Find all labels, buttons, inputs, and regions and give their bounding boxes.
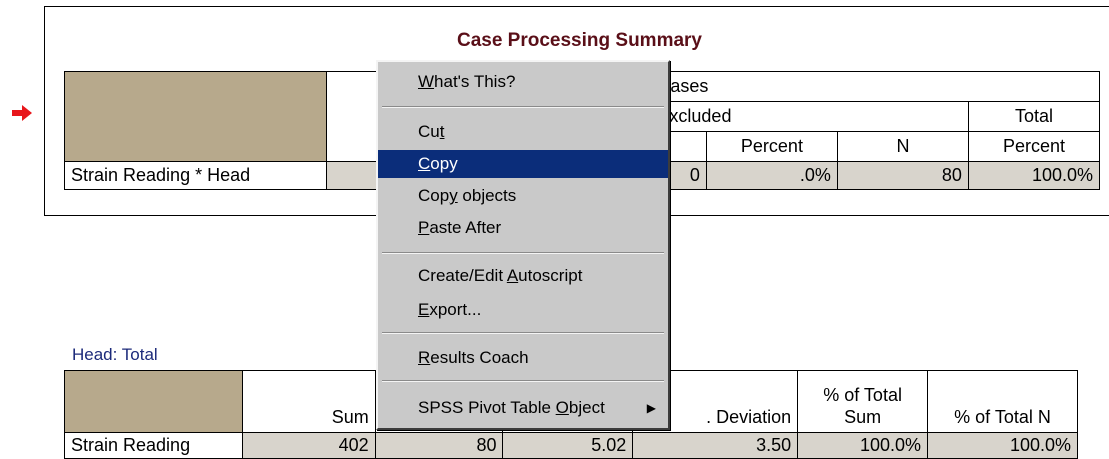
row-label: Strain Reading * Head <box>63 161 328 190</box>
corner-cell <box>64 370 243 433</box>
menu-item-label: Create/Edit <box>418 266 507 285</box>
menu-item-label: Cop <box>418 186 450 205</box>
col-percent: Percent <box>705 131 838 162</box>
corner-cell <box>63 71 328 162</box>
menu-item-spss-pivot-table-object[interactable]: SPSS Pivot Table Object ▶ <box>378 394 668 422</box>
header-total: Total <box>967 101 1101 132</box>
menu-accel: P <box>418 218 430 237</box>
menu-item-label: objects <box>457 186 517 205</box>
menu-item-label: esults Coach <box>430 348 529 367</box>
cell-excluded-percent: .0% <box>705 161 838 190</box>
menu-item-cut[interactable]: Cut <box>378 118 668 146</box>
row-label: Strain Reading <box>64 432 243 459</box>
cell-n: 80 <box>374 432 504 459</box>
col-pct-total-n: % of Total N <box>927 370 1078 433</box>
menu-accel: C <box>418 154 431 173</box>
selection-arrow-icon <box>12 105 32 121</box>
group-label: Head: Total <box>72 345 158 364</box>
menu-item-whats-this[interactable]: What's This? <box>378 68 668 96</box>
col-pct-total-sum-line1: % of Total <box>823 385 902 405</box>
menu-item-copy-objects[interactable]: Copy objects <box>378 182 668 210</box>
menu-item-label: SPSS Pivot Table <box>418 398 556 417</box>
cell-total-n: 80 <box>836 161 969 190</box>
menu-item-label: aste After <box>429 218 502 237</box>
col-pct-total-sum-line2: Sum <box>844 407 882 427</box>
menu-item-label: Cu <box>418 122 440 141</box>
menu-separator <box>382 252 664 254</box>
menu-accel: E <box>418 300 430 319</box>
cell-pct-sum: 100.0% <box>797 432 929 459</box>
menu-item-results-coach[interactable]: Results Coach <box>378 344 668 372</box>
menu-accel: O <box>555 398 569 417</box>
menu-item-copy[interactable]: Copy <box>378 150 668 178</box>
context-menu[interactable]: What's This? Cut Copy Copy objects Paste… <box>376 60 670 430</box>
cell-mean: 5.02 <box>502 432 634 459</box>
menu-accel: y <box>449 186 458 205</box>
case-summary-title: Case Processing Summary <box>456 30 702 51</box>
menu-item-label: utoscript <box>518 266 583 285</box>
col-n: N <box>836 131 969 162</box>
menu-separator <box>382 332 664 334</box>
menu-accel: A <box>506 266 519 285</box>
col-percent-total: Percent <box>967 131 1101 162</box>
menu-item-label: xport... <box>429 300 482 319</box>
menu-item-label: opy <box>430 154 458 173</box>
cell-sum: 402 <box>241 432 376 459</box>
menu-accel: t <box>439 122 445 141</box>
menu-separator <box>382 380 664 382</box>
menu-separator <box>382 106 664 108</box>
menu-item-export[interactable]: Export... <box>378 296 668 324</box>
menu-item-paste-after[interactable]: Paste After <box>378 214 668 242</box>
cell-std: 3.50 <box>632 432 799 459</box>
menu-accel: R <box>418 348 431 367</box>
menu-item-label: bject <box>568 398 605 417</box>
cell-total-percent: 100.0% <box>967 161 1101 190</box>
col-sum: Sum <box>241 370 376 433</box>
header-spacer <box>326 71 380 102</box>
menu-item-label: hat's This? <box>434 72 516 91</box>
header-spacer <box>326 131 380 162</box>
header-spacer <box>326 101 380 132</box>
submenu-arrow-icon: ▶ <box>646 401 656 415</box>
menu-accel: W <box>418 72 435 91</box>
col-pct-total-sum: % of Total Sum <box>797 370 929 433</box>
menu-item-create-edit-autoscript[interactable]: Create/Edit Autoscript <box>378 262 668 290</box>
cell <box>326 161 380 190</box>
cell-pct-n: 100.0% <box>927 432 1078 459</box>
